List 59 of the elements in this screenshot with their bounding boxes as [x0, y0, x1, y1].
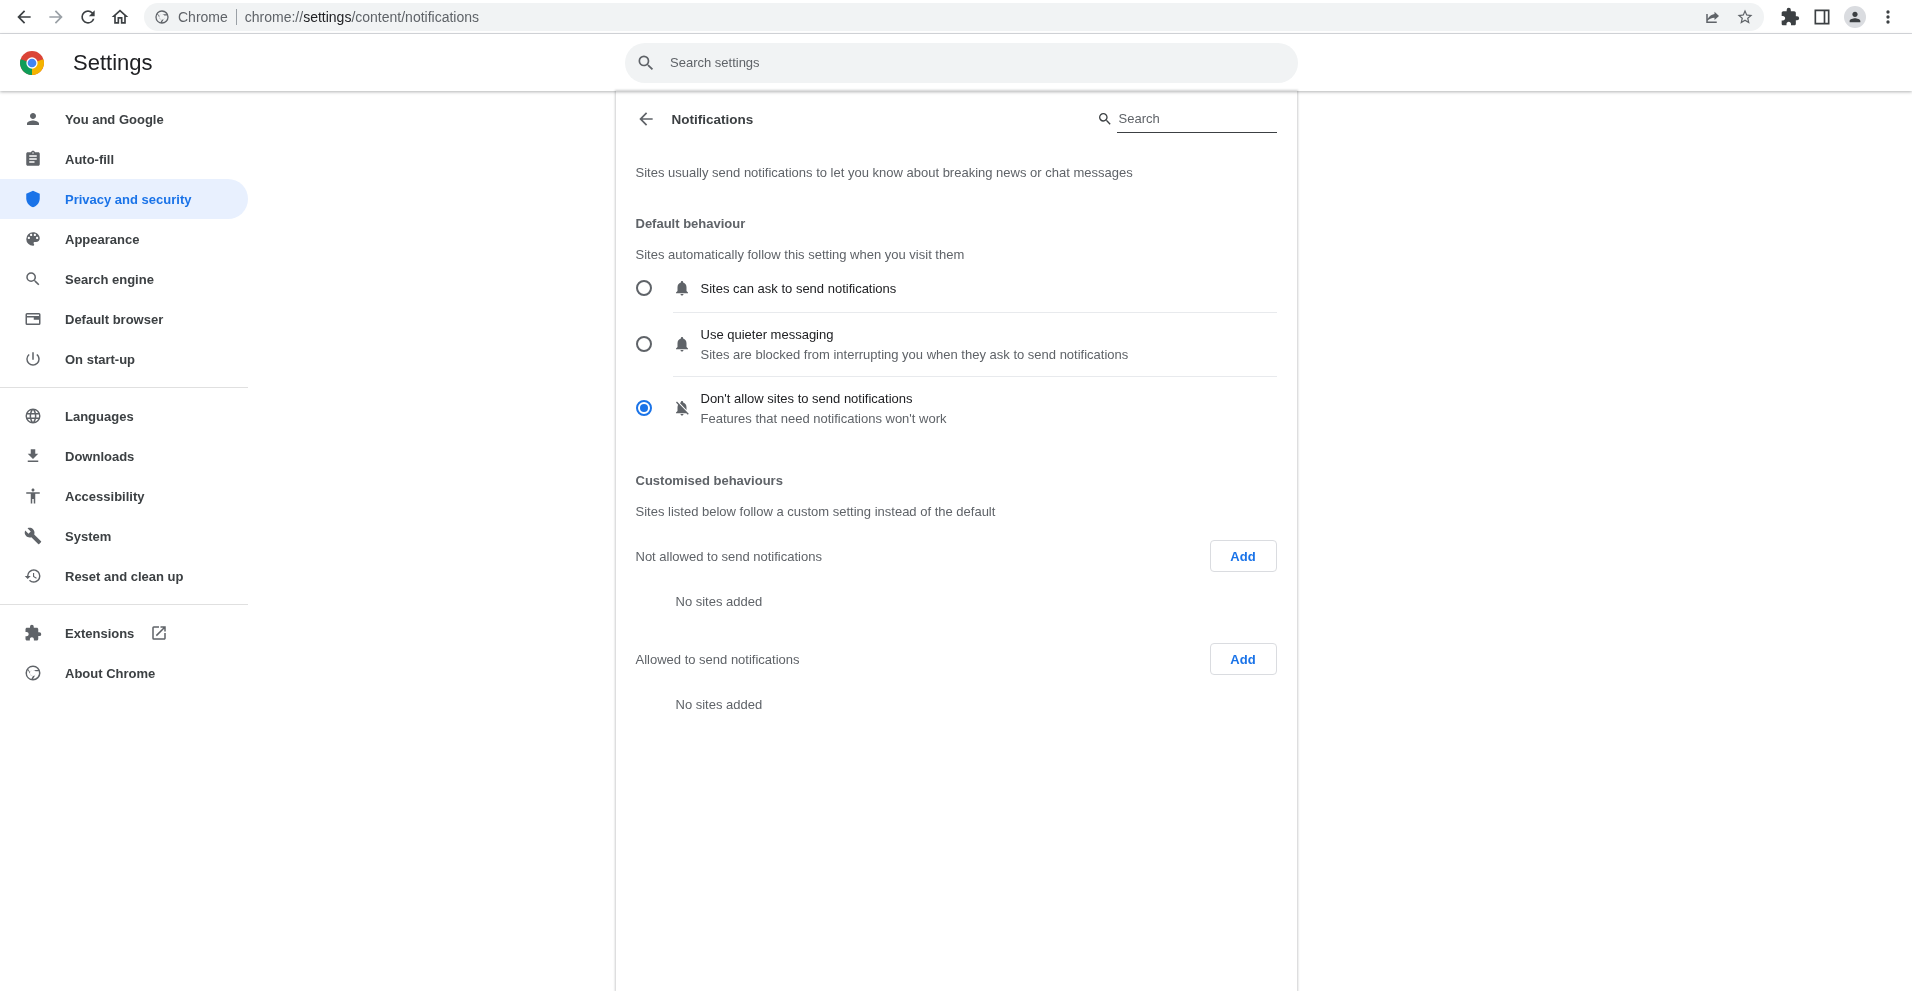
history-icon — [24, 567, 42, 585]
site-label: Chrome — [178, 8, 237, 25]
sidebar-item[interactable]: Search engine — [0, 259, 248, 299]
wrench-icon — [24, 527, 42, 545]
list-label: Allowed to send notifications — [635, 651, 800, 667]
puzzle-icon — [24, 624, 42, 642]
sidebar-item[interactable]: Privacy and security — [0, 179, 248, 219]
empty-list-text: No sites added — [674, 594, 764, 609]
browser-window-icon — [24, 310, 42, 328]
sidebar-item[interactable]: Appearance — [0, 219, 248, 259]
radio-button[interactable] — [635, 400, 652, 416]
browser-logo-icon — [24, 664, 42, 682]
section-heading: Customised behaviours — [635, 473, 784, 488]
sidebar-item[interactable]: Auto-fill — [0, 139, 248, 179]
radio-button[interactable] — [635, 280, 652, 296]
sidebar-item[interactable]: Default browser — [0, 299, 248, 339]
search-field[interactable]: Search settings — [625, 42, 1298, 83]
option-description: Sites are blocked from interrupting you when they ask to send notifications — [700, 346, 1129, 362]
empty-list-text: No sites added — [674, 697, 764, 712]
description-text: Sites usually send notifications to let you know about breaking news or chat messages — [635, 165, 1134, 180]
page-title: Settings — [73, 49, 153, 76]
sidebar-item[interactable]: Languages — [0, 396, 248, 436]
palette-icon — [24, 230, 42, 248]
sidebar-item[interactable]: Reset and clean up — [0, 556, 248, 596]
person-icon — [24, 110, 42, 128]
browser-logo — [19, 49, 45, 76]
power-icon — [24, 350, 42, 368]
browser-logo-icon — [154, 8, 170, 25]
option-label: Don't allow sites to send notifications — [700, 390, 914, 406]
section-subtitle: Sites automatically follow this setting when you visit them — [635, 247, 966, 262]
url-text: chrome://settings/content/notifications — [244, 8, 480, 25]
option-label: Use quieter messaging — [700, 326, 835, 342]
extensions-icon[interactable] — [1780, 6, 1800, 27]
list-label: Not allowed to send notifications — [635, 548, 822, 564]
add-button[interactable]: Add — [1209, 643, 1277, 675]
sidebar-item[interactable]: On start-up — [0, 339, 248, 379]
profile-avatar[interactable] — [1844, 5, 1866, 28]
section-subtitle: Sites listed below follow a custom setting instead of the default — [635, 504, 997, 519]
search-field[interactable]: Search — [1116, 105, 1277, 133]
external-link-icon — [150, 624, 169, 642]
sidebar-item[interactable]: System — [0, 516, 248, 556]
add-button[interactable]: Add — [1209, 540, 1277, 572]
section-heading: Default behaviour — [635, 216, 747, 231]
option-description: Features that need notifications won't work — [700, 410, 947, 426]
radio-button[interactable] — [635, 336, 652, 352]
sidebar-item[interactable]: Accessibility — [0, 476, 248, 516]
shield-icon — [24, 190, 42, 208]
search-icon — [24, 270, 42, 288]
sidebar-item[interactable]: Extensions — [0, 613, 248, 653]
sidebar-item[interactable]: Downloads — [0, 436, 248, 476]
globe-icon — [24, 407, 42, 425]
section-title: Notifications — [671, 111, 755, 127]
address-bar[interactable]: Chrome chrome://settings/content/notifications — [144, 2, 1764, 31]
clipboard-icon — [24, 150, 42, 168]
sidebar-item[interactable]: You and Google — [0, 99, 248, 139]
option-label: Sites can ask to send notifications — [700, 280, 897, 296]
sidebar-item[interactable]: About Chrome — [0, 653, 248, 693]
search-icon — [1096, 111, 1113, 127]
accessibility-icon — [24, 487, 42, 505]
